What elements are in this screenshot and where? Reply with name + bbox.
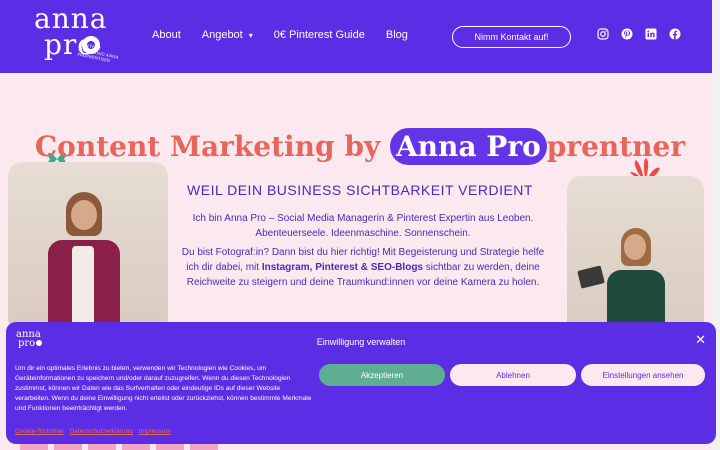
- pinterest-icon[interactable]: [621, 28, 633, 40]
- privacy-policy-link[interactable]: Datenschutzerklärung: [70, 428, 133, 435]
- nav-pinterest-guide[interactable]: 0€ Pinterest Guide: [274, 29, 365, 41]
- intro-line1: Ich bin Anna Pro – Social Media Manageri…: [192, 213, 534, 224]
- nav-angebot[interactable]: Angebot ▾: [202, 29, 253, 41]
- laptop-icon: [577, 265, 605, 289]
- nav-angebot-label: Angebot: [201, 29, 243, 41]
- accept-button[interactable]: Akzeptieren: [319, 364, 445, 386]
- social-links: [597, 28, 681, 40]
- cookie-policy-link[interactable]: Cookie-Richtlinie: [15, 428, 64, 435]
- nav-blog[interactable]: Blog: [386, 29, 408, 41]
- hero-subtitle: WEIL DEIN BUSINESS SICHTBARKEIT VERDIENT: [187, 182, 533, 198]
- cookie-consent-banner: anna pro Einwilligung verwalten ✕ Um dir…: [6, 322, 716, 444]
- main-nav: About Angebot ▾ 0€ Pinterest Guide Blog: [152, 29, 429, 41]
- cookie-title: Einwilligung verwalten: [316, 337, 406, 347]
- chevron-down-icon: ▾: [248, 30, 253, 40]
- hero-title: Content Marketing by Anna Pro prentner: [0, 128, 720, 165]
- cookie-text: Um dir ein optimales Erlebnis zu bieten,…: [15, 365, 312, 412]
- intro-line2: Abenteuerseele. Ideenmaschine. Sonnensch…: [255, 228, 471, 239]
- hero-title-highlight: Anna Pro: [389, 128, 547, 165]
- hero-title-start: Content Marketing by: [34, 130, 390, 163]
- linkedin-icon[interactable]: [645, 28, 657, 40]
- facebook-icon[interactable]: [669, 28, 681, 40]
- decline-button[interactable]: Ablehnen: [450, 364, 576, 386]
- photo-figure-shirt: [72, 246, 94, 332]
- photo-figure-head: [71, 200, 97, 230]
- nav-about-label: About: [152, 29, 181, 41]
- site-logo[interactable]: anna pro CONTENT MARKETING ANNA PROPRENT…: [34, 5, 119, 64]
- settings-button[interactable]: Einstellungen ansehen: [581, 364, 705, 386]
- portrait-photo-right: [567, 176, 704, 336]
- hero-title-end: prentner: [546, 130, 686, 163]
- nav-blog-label: Blog: [385, 29, 408, 41]
- instagram-icon[interactable]: [597, 28, 609, 40]
- cookie-links: Cookie-Richtlinie Datenschutzerklärung I…: [15, 428, 175, 435]
- body-text-bold: Instagram, Pinterest & SEO-Blogs: [261, 262, 423, 273]
- photo-figure-head: [624, 234, 646, 260]
- hero-body: Du bist Fotograf:in? Dann bist du hier r…: [178, 245, 548, 290]
- partial-content-strip: [20, 444, 260, 450]
- site-header: anna pro CONTENT MARKETING ANNA PROPRENT…: [0, 0, 712, 73]
- contact-button[interactable]: Nimm Kontakt auf!: [452, 26, 571, 48]
- logo-tagline: CONTENT MARKETING ANNA PROPRENTNER: [76, 41, 120, 64]
- hero-intro: Ich bin Anna Pro – Social Media Manageri…: [178, 211, 548, 241]
- imprint-link[interactable]: Impressum: [139, 428, 171, 435]
- nav-pinterest-guide-label: 0€ Pinterest Guide: [273, 29, 365, 41]
- close-icon[interactable]: ✕: [695, 334, 706, 347]
- nav-about[interactable]: About: [152, 29, 181, 41]
